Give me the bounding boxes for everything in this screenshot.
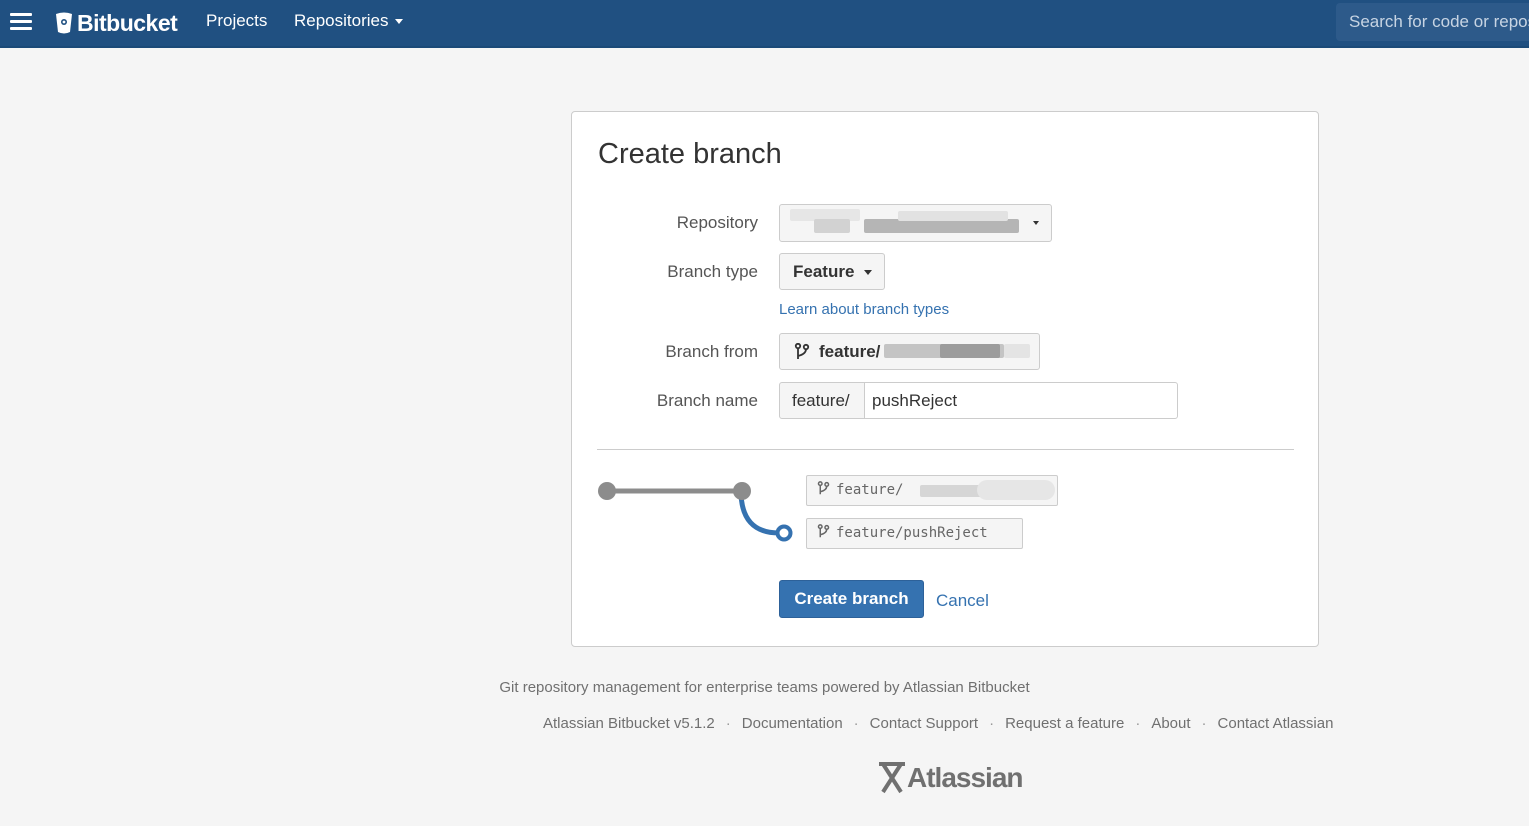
atlassian-icon bbox=[879, 762, 905, 794]
branch-name-prefix: feature/ bbox=[779, 382, 865, 419]
chevron-down-icon bbox=[864, 270, 872, 275]
separator: · bbox=[989, 715, 995, 732]
branch-icon bbox=[817, 524, 830, 538]
nav-projects-label: Projects bbox=[206, 11, 268, 30]
footer-link-documentation[interactable]: Documentation bbox=[742, 715, 843, 732]
app-name: Bitbucket bbox=[77, 9, 178, 36]
redacted-text bbox=[864, 219, 1019, 233]
branch-name-input[interactable] bbox=[864, 382, 1178, 419]
separator: · bbox=[1135, 715, 1141, 732]
repository-label: Repository bbox=[676, 213, 758, 232]
redacted-text bbox=[898, 211, 1008, 221]
footer-tagline: Git repository management for enterprise… bbox=[499, 679, 1030, 696]
cancel-link[interactable]: Cancel bbox=[936, 591, 989, 611]
page-title: Create branch bbox=[598, 138, 782, 170]
bitbucket-bucket-icon bbox=[56, 12, 72, 34]
footer-link-about[interactable]: About bbox=[1151, 715, 1190, 732]
new-ref-label: feature/pushReject bbox=[806, 518, 1023, 549]
top-navigation-bar: Bitbucket Projects Repositories bbox=[0, 0, 1529, 48]
branch-type-dropdown[interactable]: Feature bbox=[779, 253, 885, 290]
footer-link-contact-support[interactable]: Contact Support bbox=[870, 715, 978, 732]
branch-type-value: Feature bbox=[793, 262, 855, 281]
branch-name-prefix-text: feature/ bbox=[792, 391, 850, 410]
branch-graph-diagram bbox=[598, 482, 793, 542]
footer-links: Atlassian Bitbucket v5.1.2 · Documentation… bbox=[543, 715, 1333, 732]
new-ref-text: feature/pushReject bbox=[836, 525, 988, 541]
branch-from-value: feature/ bbox=[819, 342, 881, 361]
redacted-text bbox=[940, 344, 1000, 358]
separator: · bbox=[1201, 715, 1207, 732]
redacted-text bbox=[1004, 344, 1030, 358]
redacted-text bbox=[977, 480, 1055, 500]
divider bbox=[597, 449, 1294, 450]
atlassian-logo[interactable]: Atlassian bbox=[877, 762, 1023, 794]
branch-type-label: Branch type bbox=[667, 262, 758, 281]
chevron-down-icon bbox=[1033, 221, 1039, 225]
footer-link-version[interactable]: Atlassian Bitbucket v5.1.2 bbox=[543, 715, 715, 732]
nav-repositories[interactable]: Repositories bbox=[294, 11, 403, 31]
search-input[interactable] bbox=[1336, 3, 1529, 41]
learn-branch-types-link[interactable]: Learn about branch types bbox=[779, 301, 949, 318]
branch-icon bbox=[794, 343, 810, 359]
nav-projects[interactable]: Projects bbox=[206, 11, 267, 31]
atlassian-logo-text: Atlassian bbox=[907, 762, 1023, 793]
branch-from-label: Branch from bbox=[665, 342, 758, 361]
create-branch-panel: Create branch Repository Branch type Fea… bbox=[571, 111, 1319, 647]
branch-from-selector[interactable]: feature/ bbox=[779, 333, 1040, 370]
bitbucket-logo[interactable]: Bitbucket bbox=[55, 9, 178, 37]
branch-icon bbox=[817, 481, 830, 495]
separator: · bbox=[853, 715, 859, 732]
repository-select[interactable] bbox=[779, 204, 1052, 242]
footer-link-contact-atlassian[interactable]: Contact Atlassian bbox=[1218, 715, 1334, 732]
nav-repositories-label: Repositories bbox=[294, 11, 389, 30]
chevron-down-icon bbox=[394, 19, 403, 25]
separator: · bbox=[725, 715, 731, 732]
branch-name-label: Branch name bbox=[656, 391, 758, 410]
footer-link-request-feature[interactable]: Request a feature bbox=[1005, 715, 1124, 732]
source-ref-text: feature/ bbox=[836, 482, 904, 498]
redacted-text bbox=[814, 219, 850, 233]
create-branch-button[interactable]: Create branch bbox=[779, 580, 924, 618]
source-ref-label: feature/ bbox=[806, 475, 1058, 506]
menu-icon[interactable] bbox=[10, 13, 32, 31]
